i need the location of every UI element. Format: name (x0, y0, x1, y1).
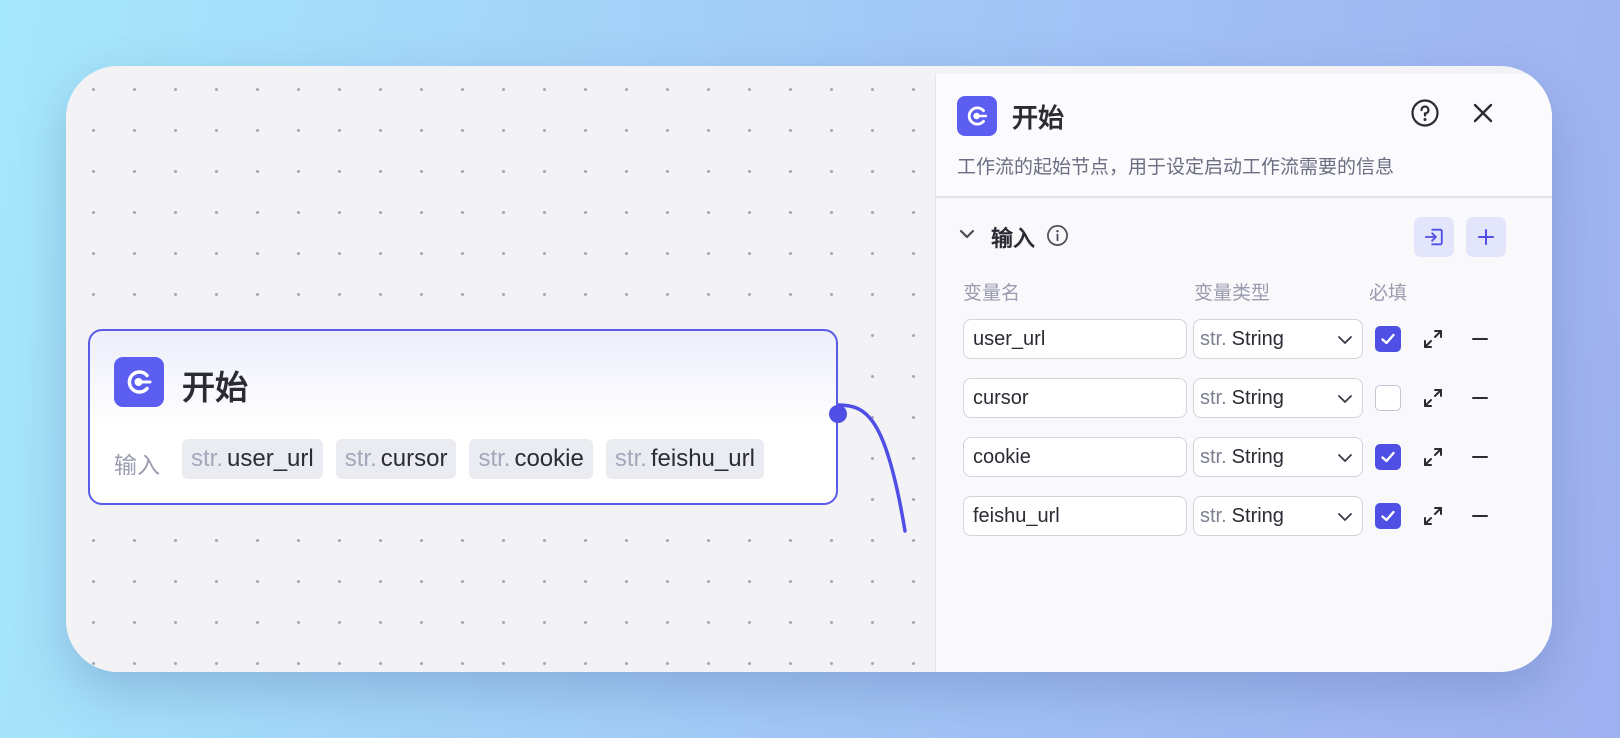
start-logo-icon (114, 357, 164, 407)
type-prefix: str. (1200, 327, 1227, 350)
start-node[interactable]: 开始 输入 str. user_url str. cursor str. cookie… (88, 329, 838, 505)
remove-variable-button[interactable] (1468, 327, 1492, 356)
workflow-canvas[interactable]: 开始 输入 str. user_url str. cursor str. cookie… (66, 66, 936, 672)
type-value: String (1231, 386, 1284, 409)
type-value: String (1231, 504, 1284, 527)
chip-name: cursor (380, 445, 448, 472)
column-header-type: 变量类型 (1194, 283, 1271, 304)
panel-description: 工作流的起始节点，用于设定启动工作流需要的信息 (957, 157, 1395, 178)
chip-name: cookie (514, 445, 584, 472)
remove-variable-button[interactable] (1468, 445, 1492, 474)
chip-type: str. (478, 445, 511, 472)
type-prefix: str. (1200, 386, 1227, 409)
start-logo-icon (957, 96, 997, 136)
type-value: String (1231, 445, 1284, 468)
variable-row: str.String (963, 378, 1543, 418)
check-icon (1381, 451, 1395, 463)
variable-row: str.String (963, 496, 1543, 536)
variable-name-input[interactable] (963, 319, 1187, 359)
node-input-chips: str. user_url str. cursor str. cookie str. f… (182, 439, 764, 479)
chip-name: feishu_url (650, 445, 755, 472)
required-checkbox[interactable] (1375, 385, 1401, 411)
section-title: 输入 (991, 226, 1036, 251)
variable-name-input[interactable] (963, 496, 1187, 536)
minus-icon (1472, 515, 1488, 517)
panel-title: 开始 (1012, 103, 1065, 133)
chevron-down-icon (1338, 513, 1352, 521)
chip-name: user_url (227, 445, 314, 472)
remove-variable-button[interactable] (1468, 504, 1492, 533)
expand-icon[interactable] (1421, 386, 1445, 415)
chevron-down-icon (1338, 395, 1352, 403)
expand-icon[interactable] (1421, 445, 1445, 474)
node-title: 开始 (182, 369, 248, 406)
input-chip: str. cursor (335, 439, 457, 479)
type-value: String (1231, 327, 1284, 350)
check-icon (1381, 510, 1395, 522)
minus-icon (1472, 397, 1488, 399)
minus-icon (1472, 456, 1488, 458)
input-chip: str. feishu_url (605, 439, 764, 479)
chip-type: str. (344, 445, 377, 472)
minus-icon (1472, 338, 1488, 340)
node-inputs-label: 输入 (114, 452, 160, 478)
variable-type-select[interactable]: str. String (1193, 378, 1363, 418)
variable-type-select[interactable]: str. String (1193, 319, 1363, 359)
chip-type: str. (191, 445, 224, 472)
input-chip: str. cookie (469, 439, 593, 479)
plus-icon (1478, 229, 1494, 245)
variable-row: str.String (963, 319, 1543, 359)
variable-name-input[interactable] (963, 437, 1187, 477)
import-icon (1424, 228, 1443, 246)
type-prefix: str. (1200, 504, 1227, 527)
chevron-down-icon (1338, 454, 1352, 462)
column-header-name: 变量名 (963, 283, 1021, 304)
node-settings-panel: 开始 工作流的起始节点，用于设定启动工作流需要的信息 输入 变量名 变量类型 必… (935, 74, 1552, 672)
expand-icon[interactable] (1421, 504, 1445, 533)
app-window: 开始 输入 str. user_url str. cursor str. cookie… (66, 66, 1552, 672)
type-prefix: str. (1200, 445, 1227, 468)
close-icon[interactable] (1467, 97, 1499, 129)
variable-row: str.String (963, 437, 1543, 477)
chevron-down-icon (1338, 336, 1352, 344)
remove-variable-button[interactable] (1468, 386, 1492, 415)
required-checkbox[interactable] (1375, 326, 1401, 352)
chevron-down-icon[interactable] (955, 222, 979, 246)
info-icon[interactable] (1044, 222, 1070, 248)
import-button[interactable] (1414, 217, 1454, 257)
panel-header: 开始 工作流的起始节点，用于设定启动工作流需要的信息 (936, 74, 1552, 198)
input-chip: str. user_url (182, 439, 323, 479)
column-header-required: 必填 (1369, 283, 1408, 304)
chip-type: str. (614, 445, 647, 472)
add-input-button[interactable] (1466, 217, 1506, 257)
expand-icon[interactable] (1421, 327, 1445, 356)
variable-name-input[interactable] (963, 378, 1187, 418)
variable-type-select[interactable]: str. String (1193, 496, 1363, 536)
check-icon (1381, 333, 1395, 345)
help-icon[interactable] (1409, 97, 1441, 129)
variable-type-select[interactable]: str. String (1193, 437, 1363, 477)
output-port[interactable] (829, 405, 847, 423)
required-checkbox[interactable] (1375, 503, 1401, 529)
required-checkbox[interactable] (1375, 444, 1401, 470)
